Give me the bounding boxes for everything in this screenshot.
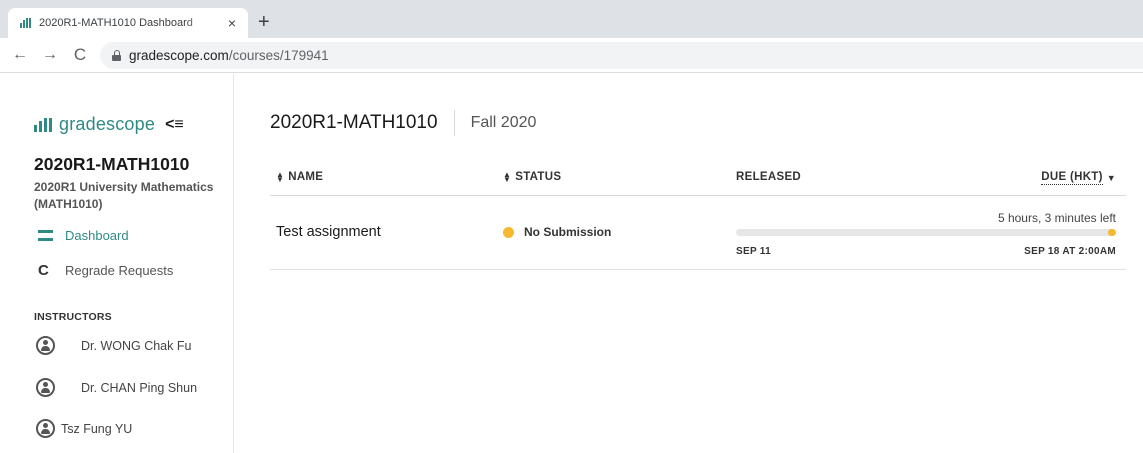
page-header: 2020R1-MATH1010 Fall 2020 <box>270 110 536 136</box>
instructors-heading: INSTRUCTORS <box>34 311 112 323</box>
lock-icon[interactable] <box>112 49 121 61</box>
column-label: RELEASED <box>736 171 802 183</box>
new-tab-button[interactable]: + <box>258 12 270 32</box>
user-avatar-icon <box>36 336 55 355</box>
forward-button[interactable]: → <box>38 46 62 64</box>
header-divider <box>453 110 455 136</box>
browser-toolbar: ← → C gradescope.com/courses/179941 <box>0 38 1143 73</box>
dashboard-icon <box>38 230 53 241</box>
sidebar-item-label: Regrade Requests <box>65 263 174 278</box>
time-progress-fill <box>1108 229 1116 236</box>
url-host: gradescope.com <box>129 47 229 63</box>
sidebar-item-regrade-requests[interactable]: C Regrade Requests <box>38 262 173 279</box>
instructor-item: Tsz Fung YU <box>36 419 132 438</box>
user-avatar-icon <box>36 378 55 397</box>
brand-name[interactable]: gradescope <box>59 114 155 135</box>
tab-strip: 2020R1-MATH1010 Dashboard × + <box>0 0 1143 38</box>
submission-status: No Submission <box>503 225 611 239</box>
browser-tab[interactable]: 2020R1-MATH1010 Dashboard × <box>8 8 248 38</box>
column-header-status[interactable]: ▲ ▼ STATUS <box>503 170 562 184</box>
column-header-name[interactable]: ▲ ▼ NAME <box>276 170 324 184</box>
instructor-item: Dr. WONG Chak Fu <box>36 336 191 355</box>
sidebar-item-label: Dashboard <box>65 228 129 243</box>
url-path: /courses/179941 <box>228 47 329 63</box>
instructor-name: Tsz Fung YU <box>61 421 133 436</box>
tab-close-icon[interactable]: × <box>224 15 240 31</box>
brand: gradescope <≡ <box>34 114 184 135</box>
collapse-sidebar-icon[interactable]: <≡ <box>165 116 184 134</box>
course-full-name: 2020R1 University Mathematics (MATH1010) <box>34 180 214 211</box>
table-row: Test assignment No Submission 5 hours, 3… <box>270 196 1126 270</box>
sort-desc-icon: ▼ <box>1106 173 1116 183</box>
table-header: ▲ ▼ NAME ▲ ▼ STATUS RELEASED DUE (HKT) ▼ <box>270 158 1126 196</box>
gradescope-logo-icon <box>34 117 52 132</box>
page-title: 2020R1-MATH1010 <box>270 112 438 133</box>
assignments-table: ▲ ▼ NAME ▲ ▼ STATUS RELEASED DUE (HKT) ▼ T… <box>270 158 1126 270</box>
back-button[interactable]: ← <box>8 46 32 64</box>
column-label: STATUS <box>515 171 562 183</box>
user-avatar-icon <box>36 419 55 438</box>
time-progress-bar <box>736 229 1116 236</box>
reload-button[interactable]: C <box>68 45 92 65</box>
regrade-icon: C <box>38 262 49 279</box>
status-label: No Submission <box>524 225 612 239</box>
sidebar: gradescope <≡ 2020R1-MATH1010 2020R1 Uni… <box>0 74 234 453</box>
column-header-due[interactable]: DUE (HKT) ▼ <box>1041 171 1116 185</box>
sort-icon: ▲ ▼ <box>276 170 285 184</box>
time-left: 5 hours, 3 minutes left <box>997 211 1116 225</box>
instructor-name: Dr. CHAN Ping Shun <box>81 380 198 395</box>
instructor-name: Dr. WONG Chak Fu <box>81 338 192 353</box>
sidebar-item-dashboard[interactable]: Dashboard <box>38 228 129 243</box>
status-dot-icon <box>503 226 514 238</box>
tab-title: 2020R1-MATH1010 Dashboard <box>39 17 193 29</box>
sort-icon: ▲ ▼ <box>503 170 512 184</box>
column-header-released[interactable]: RELEASED <box>736 171 801 183</box>
gradescope-favicon-icon <box>20 18 33 28</box>
address-bar[interactable]: gradescope.com/courses/179941 <box>100 41 1143 69</box>
course-term: Fall 2020 <box>470 114 537 131</box>
assignment-link[interactable]: Test assignment <box>276 224 381 240</box>
release-date: SEP 11 <box>736 246 771 257</box>
instructor-item: Dr. CHAN Ping Shun <box>36 378 197 397</box>
due-date: SEP 18 AT 2:00AM <box>1024 246 1116 257</box>
column-label: DUE (HKT) <box>1041 171 1103 185</box>
column-label: NAME <box>288 171 324 183</box>
course-code: 2020R1-MATH1010 <box>34 154 190 174</box>
